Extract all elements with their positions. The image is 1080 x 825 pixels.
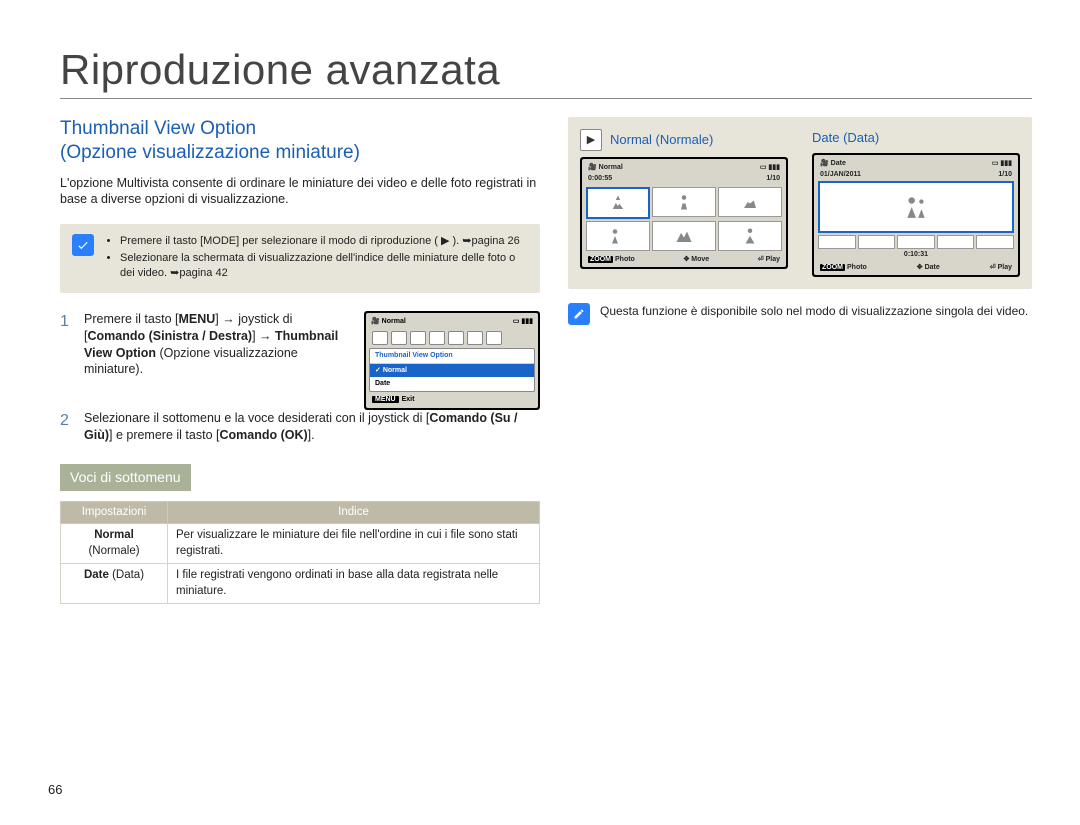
table-cell-desc: Per visualizzare le miniature dei file n…	[168, 524, 540, 564]
right-column: ▶ Normal (Normale) 🎥 Normal ▭ ▮▮▮ 0:00:	[568, 117, 1032, 604]
step-text: Premere il tasto [MENU] → joystick di [C…	[84, 311, 352, 379]
steps-wrap: 1 Premere il tasto [MENU] → joystick di …	[60, 311, 540, 410]
battery-icon: ▭ ▮▮▮	[992, 159, 1012, 168]
mini-footer: MENUExit	[369, 392, 535, 405]
thumb-screen-date: 🎥 Date ▭ ▮▮▮ 01/JAN/2011 1/10	[812, 153, 1020, 278]
thumbnail	[652, 221, 716, 251]
step-number: 1	[60, 311, 74, 379]
step: 2 Selezionare il sottomenu e la voce des…	[60, 410, 540, 444]
thumb-screen-normal: 🎥 Normal ▭ ▮▮▮ 0:00:55 1/10	[580, 157, 788, 269]
preview-title: Normal (Normale)	[610, 131, 713, 149]
mini-menu-panel: Thumbnail View Option Normal Date	[369, 348, 535, 391]
mini-screen: 🎥 Normal ▭ ▮▮▮ Thumbnail View Option Nor…	[364, 311, 540, 410]
note-box: Premere il tasto [MODE] per selezionare …	[60, 224, 540, 293]
table-cell-label: Normal(Normale)	[61, 524, 168, 564]
rule	[60, 98, 1032, 99]
preview-title: Date (Data)	[812, 129, 879, 147]
thumbnail-grid	[586, 186, 782, 253]
thumbnail	[718, 221, 782, 251]
thumbnail	[586, 187, 650, 219]
thumbnail	[652, 187, 716, 217]
note-item: Selezionare la schermata di visualizzazi…	[120, 251, 528, 281]
section-heading: Thumbnail View Option (Opzione visualizz…	[60, 117, 540, 165]
columns: Thumbnail View Option (Opzione visualizz…	[60, 117, 1032, 604]
table-cell-label: Date (Data)	[61, 564, 168, 604]
steps: 1 Premere il tasto [MENU] → joystick di …	[60, 311, 352, 389]
bottom-note-text: Questa funzione è disponibile solo nel m…	[600, 303, 1028, 319]
pencil-icon	[568, 303, 590, 325]
note-item: Premere il tasto [MODE] per selezionare …	[120, 234, 528, 249]
mini-icon-row	[369, 329, 535, 348]
table-row: Normal(Normale) Per visualizzare le mini…	[61, 524, 540, 564]
table-cell-desc: I file registrati vengono ordinati in ba…	[168, 564, 540, 604]
left-column: Thumbnail View Option (Opzione visualizz…	[60, 117, 540, 604]
sub-heading: Voci di sottomenu	[60, 464, 191, 491]
step-text: Selezionare il sottomenu e la voce desid…	[84, 410, 540, 444]
thumbnail	[718, 187, 782, 217]
preview-normal: ▶ Normal (Normale) 🎥 Normal ▭ ▮▮▮ 0:00:	[580, 129, 788, 269]
preview-date: Date (Data) 🎥 Date ▭ ▮▮▮ 01/JAN/2011	[812, 129, 1020, 277]
table-row: Date (Data) I file registrati vengono or…	[61, 564, 540, 604]
table-head: Indice	[168, 501, 540, 524]
mini-mode-label: 🎥 Normal	[371, 317, 406, 326]
battery-icon: ▭ ▮▮▮	[760, 163, 780, 172]
time-label: 0:10:31	[818, 249, 1014, 260]
step: 1 Premere il tasto [MENU] → joystick di …	[60, 311, 352, 379]
step-number: 2	[60, 410, 74, 444]
battery-icon: ▭ ▮▮▮	[513, 317, 533, 326]
page: Riproduzione avanzata Thumbnail View Opt…	[0, 0, 1080, 825]
preview-box: ▶ Normal (Normale) 🎥 Normal ▭ ▮▮▮ 0:00:	[568, 117, 1032, 289]
intro-paragraph: L'opzione Multivista consente di ordinar…	[60, 175, 540, 209]
bottom-note: Questa funzione è disponibile solo nel m…	[568, 303, 1032, 325]
settings-table: Impostazioni Indice Normal(Normale) Per …	[60, 501, 540, 605]
table-head: Impostazioni	[61, 501, 168, 524]
mini-menu-row: Normal	[370, 364, 534, 377]
play-triangle-icon: ▶	[580, 129, 602, 151]
mini-panel-title: Thumbnail View Option	[370, 349, 534, 363]
note-list: Premere il tasto [MODE] per selezionare …	[104, 234, 528, 283]
date-thumbnail-area	[818, 181, 1014, 249]
chapter-title: Riproduzione avanzata	[60, 46, 1032, 94]
thumbnail	[586, 221, 650, 251]
check-icon	[72, 234, 94, 256]
page-number: 66	[48, 782, 62, 797]
mini-menu-row: Date	[370, 377, 534, 390]
